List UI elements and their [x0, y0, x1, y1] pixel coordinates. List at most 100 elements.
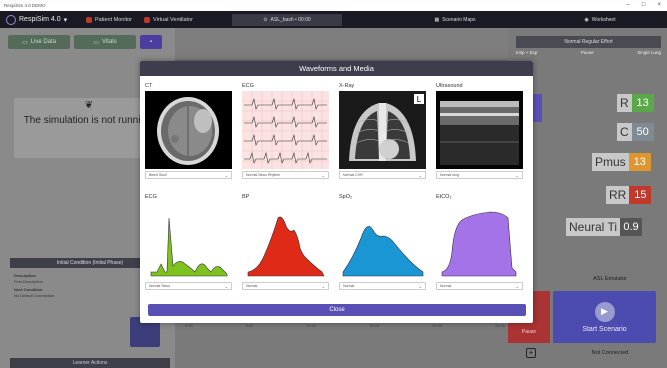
play-icon: ▶: [594, 301, 615, 322]
waveform-select[interactable]: Normal ⌄: [339, 282, 426, 290]
param-c-label: C: [617, 123, 632, 141]
waveform-select-value: Normal: [440, 284, 452, 288]
menu-patient-monitor[interactable]: Patient Monitor: [80, 16, 138, 23]
map-icon: ▦: [434, 17, 440, 23]
waveform-name: EtCO₂: [436, 194, 452, 200]
tab-scenario-file[interactable]: ⊙ ASL_bash • 00:00: [232, 14, 342, 26]
option-pause[interactable]: Pause: [581, 50, 594, 62]
timeline-tick: 10:00: [306, 323, 317, 328]
tab-scenario-maps[interactable]: ▦ Scenario Maps: [400, 14, 510, 26]
live-data-icon: ▭: [21, 39, 28, 46]
pause-label: Pause: [521, 329, 537, 335]
media-select[interactable]: Bleed Skull ⌄: [145, 171, 232, 179]
param-r[interactable]: R 13: [617, 94, 654, 112]
modal-title: Waveforms and Media: [299, 64, 374, 73]
connection-status: Not Connected: [591, 350, 629, 356]
live-data-button[interactable]: ▭ Live Data: [8, 35, 70, 49]
tab-worksheet-label: Worksheet: [591, 17, 616, 23]
waveform-name: BP: [242, 194, 250, 200]
media-select[interactable]: Normal CXR ⌄: [339, 171, 426, 179]
live-data-label: Live Data: [30, 39, 57, 45]
breathing-mode[interactable]: Normal Regular Effort: [516, 36, 661, 48]
waveform-name: SpO₂: [339, 194, 353, 200]
vitals-icon: ▭: [93, 39, 100, 46]
window-title: RespiSim 4.0 DEMO: [4, 3, 46, 8]
tab-scenario-file-label: ASL_bash • 00:00: [270, 17, 311, 23]
media-select[interactable]: Normal Sinus Rhythm ⌄: [242, 171, 329, 179]
waveform-card-ecg: ECG Normal Sinus ⌄: [145, 194, 237, 290]
chevron-down-icon: ▾: [63, 16, 68, 24]
param-r-label: R: [617, 94, 632, 112]
media-select-value: Bleed Skull: [149, 173, 167, 177]
media-name: Ultrasound: [436, 83, 463, 89]
param-rr-label: RR: [606, 186, 630, 204]
media-name: CT: [145, 83, 153, 89]
media-card-ecg: ECG Normal Sinus Rhythm ⌄: [242, 83, 334, 179]
ultrasound-image[interactable]: [436, 91, 523, 169]
param-rr-value: 15: [629, 186, 652, 204]
media-select[interactable]: Normal lung ⌄: [436, 171, 523, 179]
start-scenario-label: Start Scenario: [582, 325, 627, 333]
worksheet-icon: ◉: [584, 17, 589, 23]
patient-monitor-icon: [86, 16, 92, 23]
media-name: X-Ray: [339, 83, 355, 89]
param-rr[interactable]: RR 15: [606, 186, 652, 204]
media-card-xray: X-Ray L Normal CXR ⌄: [339, 83, 431, 179]
param-c[interactable]: C 50: [617, 123, 654, 141]
ventilator-icon: [144, 16, 150, 23]
chevron-down-icon: ⌄: [321, 283, 325, 289]
bp-waveform[interactable]: [242, 202, 329, 280]
brand-logo-icon: [6, 14, 16, 25]
media-card-ct: CT Bleed Skull ⌄: [145, 83, 237, 179]
etco2-waveform[interactable]: [436, 202, 523, 280]
timeline-tick: 20:00: [432, 323, 443, 328]
param-r-value: 13: [631, 94, 654, 112]
modal-header: Waveforms and Media: [140, 61, 533, 76]
waveform-select[interactable]: Normal ⌄: [436, 282, 523, 290]
timeline-tick: 25:00: [494, 323, 505, 328]
next-condition-value: No Default Connection: [14, 292, 55, 298]
add-icon[interactable]: +: [526, 348, 536, 358]
media-button[interactable]: ▪: [140, 35, 162, 49]
param-pmus-label: Pmus: [592, 153, 629, 171]
learner-actions-label: Learner Actions: [72, 360, 108, 366]
option-single-lung[interactable]: Single Lung: [637, 50, 661, 62]
close-button[interactable]: Close: [148, 304, 526, 316]
chevron-down-icon: ⌄: [418, 172, 422, 178]
scenario-file-icon: ⊙: [263, 17, 268, 23]
chevron-down-icon: ⌄: [515, 172, 519, 178]
timeline-tick: 15:00: [369, 323, 380, 328]
start-scenario-button[interactable]: ▶ Start Scenario: [553, 291, 656, 343]
window-controls: – □ ×: [627, 2, 661, 8]
vitals-button[interactable]: ▭ Vitals: [74, 35, 136, 49]
waveform-card-spo2: SpO₂ Normal ⌄: [339, 194, 431, 290]
param-pmus-value: 13: [628, 153, 651, 171]
media-icon: ▪: [149, 39, 153, 45]
param-pmus[interactable]: Pmus 13: [592, 153, 651, 171]
learner-actions-bar[interactable]: Learner Actions: [10, 358, 170, 368]
timeline-tick: 0:00: [185, 323, 193, 328]
waveform-select[interactable]: Normal ⌄: [242, 282, 329, 290]
brand[interactable]: RespiSim 4.0 ▾: [0, 14, 80, 25]
media-select-value: Normal lung: [440, 173, 459, 177]
vitals-label: Vitals: [102, 39, 117, 45]
ct-scan-image[interactable]: [145, 91, 232, 169]
param-neural-ti-label: Neural Ti: [566, 218, 621, 236]
media-select-value: Normal CXR: [343, 173, 363, 177]
waveform-select-value: Normal: [343, 284, 355, 288]
menu-virtual-ventilator[interactable]: Virtual Ventilator: [138, 16, 199, 23]
maximize-button[interactable]: □: [642, 2, 646, 8]
spo2-waveform[interactable]: [339, 202, 426, 280]
xray-image[interactable]: L: [339, 91, 426, 169]
media-card-ultrasound: Ultrasound Normal lung ⌄: [436, 83, 528, 179]
chevron-down-icon: ⌄: [515, 283, 519, 289]
minimize-button[interactable]: –: [627, 2, 630, 8]
waveform-card-bp: BP Normal ⌄: [242, 194, 334, 290]
waveform-select[interactable]: Normal Sinus ⌄: [145, 282, 232, 290]
tab-worksheet[interactable]: ◉ Worksheet: [545, 14, 655, 26]
ecg-strip-image[interactable]: [242, 91, 329, 169]
close-window-button[interactable]: ×: [657, 2, 661, 8]
ecg-waveform[interactable]: [145, 202, 232, 280]
initial-condition-details: Description First Description Next Condi…: [14, 273, 54, 298]
param-neural-ti[interactable]: Neural Ti 0.9: [566, 218, 643, 236]
